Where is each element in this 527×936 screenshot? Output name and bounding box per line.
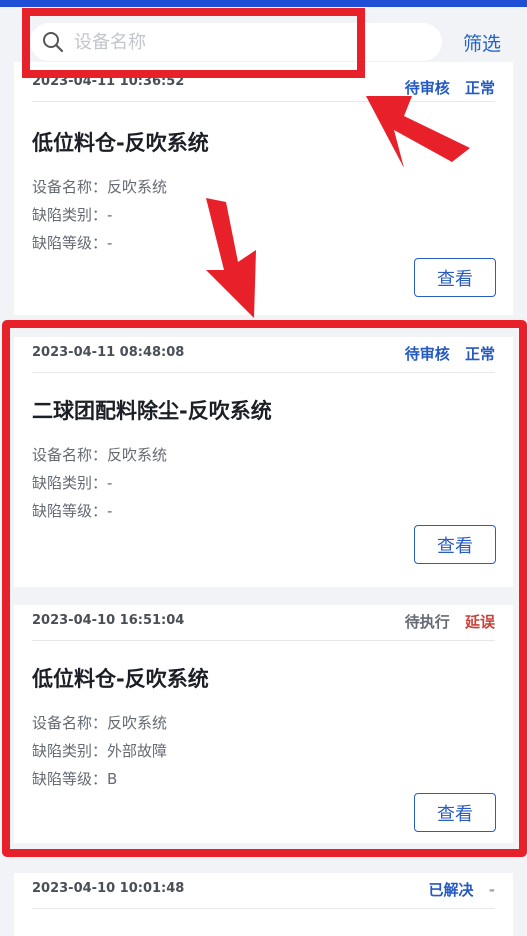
field-defect-type: 缺陷类别：- <box>32 204 112 225</box>
timeliness-status: - <box>488 881 495 899</box>
field-value: 反吹系统 <box>107 178 168 196</box>
card-time: 2023-04-10 10:01:48 <box>32 881 185 896</box>
cards-highlight-box <box>2 320 527 857</box>
card-header: 2023-04-10 10:01:48 已解决 - <box>32 873 495 909</box>
field-label: 设备名称： <box>32 178 108 196</box>
card-status: 已解决 - <box>419 879 495 900</box>
field-device-name: 设备名称：反吹系统 <box>32 176 167 197</box>
field-label: 缺陷等级： <box>32 234 108 252</box>
defect-card: 2023-04-10 10:01:48 已解决 - <box>14 873 513 936</box>
timeliness-status: 正常 <box>464 79 495 97</box>
top-status-bar <box>0 0 527 7</box>
field-value: - <box>107 206 113 224</box>
approval-status: 已解决 <box>428 881 474 899</box>
card-title: 低位料仓-反吹系统 <box>32 131 209 155</box>
defect-card: 2023-04-11 10:36:52 待审核 正常 低位料仓-反吹系统 设备名… <box>14 62 513 315</box>
search-highlight-box <box>22 8 365 78</box>
view-button[interactable]: 查看 <box>414 258 496 297</box>
filter-button[interactable]: 筛选 <box>452 27 512 57</box>
card-status: 待审核 正常 <box>395 77 495 98</box>
field-value: - <box>107 234 113 252</box>
field-label: 缺陷类别： <box>32 206 108 224</box>
field-defect-grade: 缺陷等级：- <box>32 232 112 253</box>
approval-status: 待审核 <box>404 79 450 97</box>
